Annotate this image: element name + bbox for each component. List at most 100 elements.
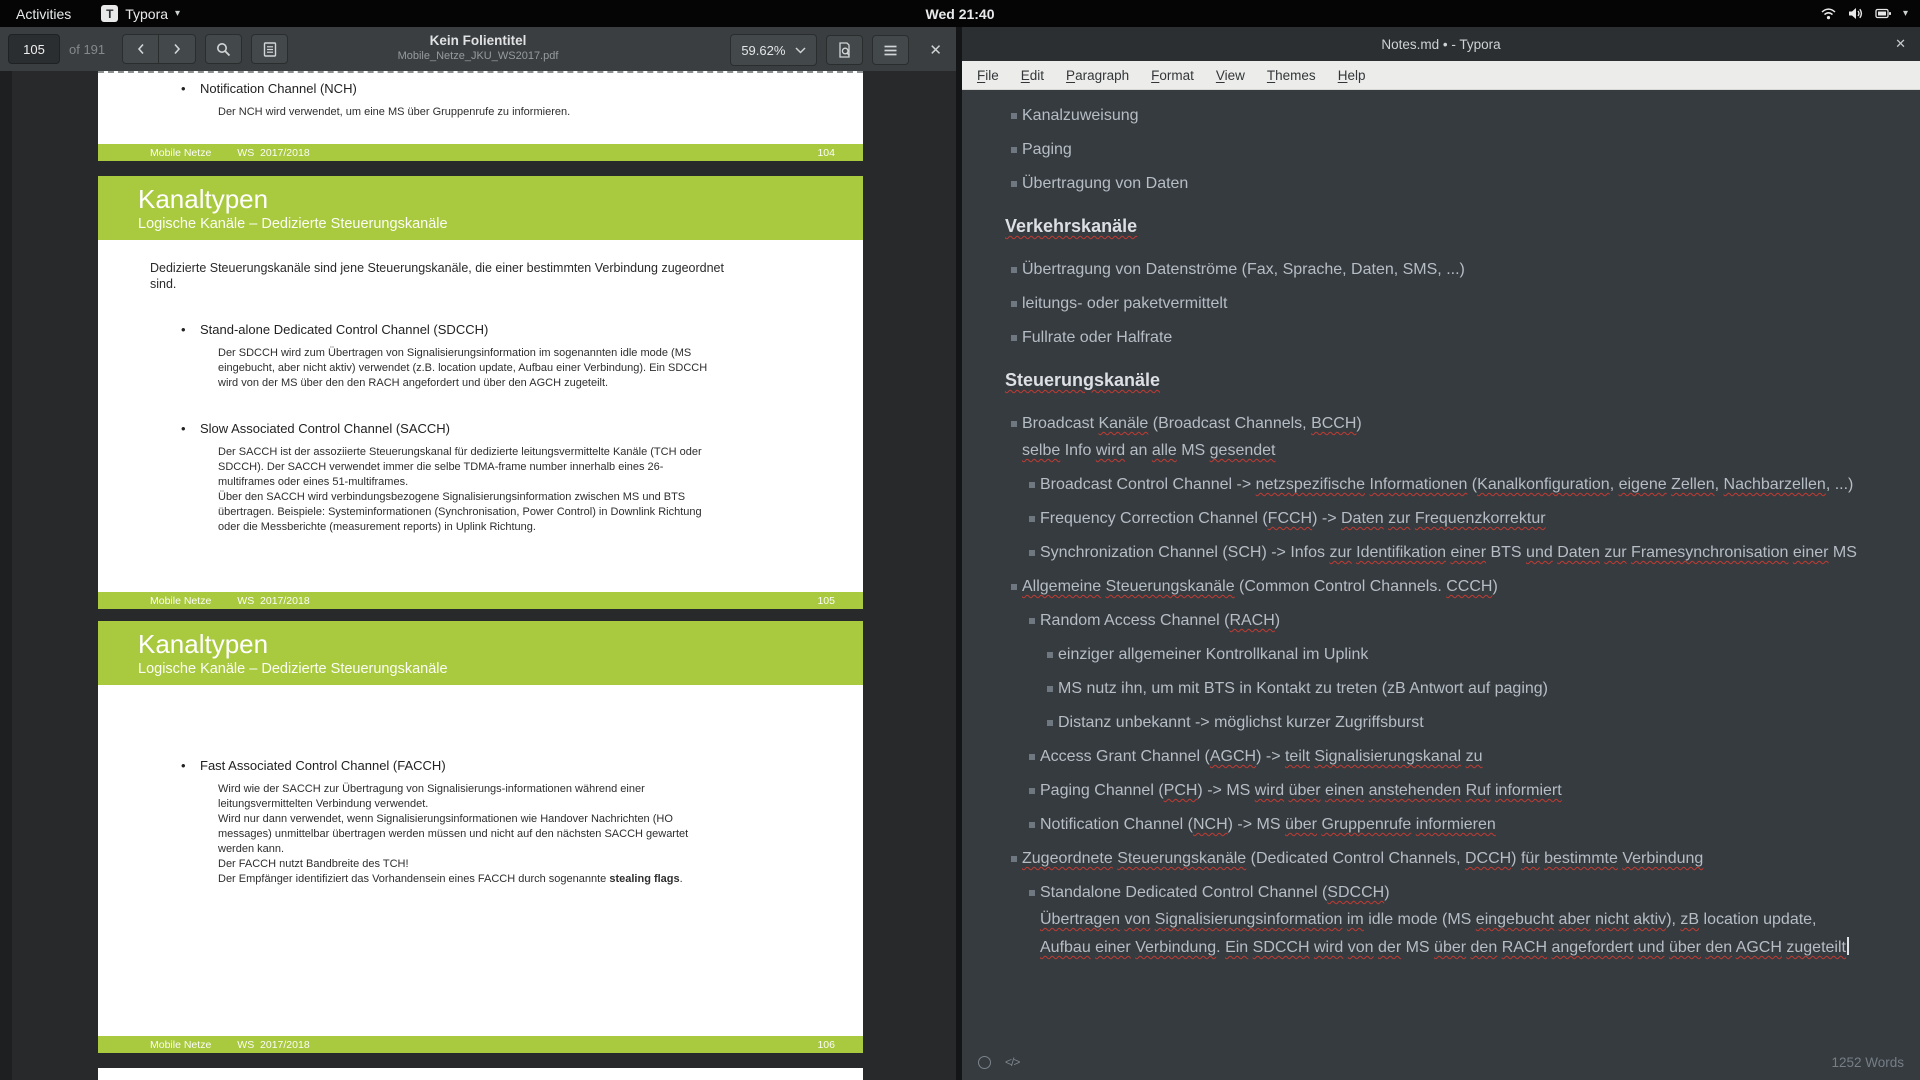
window-close-button[interactable]: ✕ <box>1895 27 1906 61</box>
activities-button[interactable]: Activities <box>0 0 87 27</box>
typora-text-line[interactable]: Allgemeine Steuerungskanäle (Common Cont… <box>1022 577 1902 597</box>
annotations-button[interactable] <box>826 35 863 65</box>
menu-item-paragraph[interactable]: Paragraph <box>1055 68 1140 83</box>
typora-text-line[interactable]: Zugeordnete Steuerungskanäle (Dedicated … <box>1022 849 1902 869</box>
typora-list-item[interactable]: MS nutz ihn, um mit BTS in Kontakt zu tr… <box>962 679 1902 699</box>
page-number-input[interactable] <box>8 34 60 64</box>
list-item-text: Broadcast Control Channel -> netzspezifi… <box>1040 475 1902 495</box>
pdf-page-104: Notification Channel (NCH)Der NCH wird v… <box>98 71 863 161</box>
typora-list-item[interactable]: Random Access Channel (RACH) <box>962 611 1902 631</box>
list-bullet-icon <box>1011 301 1017 307</box>
typora-list-item[interactable]: Broadcast Kanäle (Broadcast Channels, BC… <box>962 414 1902 461</box>
typora-text-line[interactable]: Broadcast Control Channel -> netzspezifi… <box>1040 475 1902 495</box>
list-bullet-icon <box>1029 788 1035 794</box>
typora-list-item[interactable]: Standalone Dedicated Control Channel (SD… <box>962 883 1902 958</box>
typora-text-line[interactable]: Paging <box>1022 140 1902 160</box>
list-bullet-icon <box>1029 482 1035 488</box>
list-bullet-icon <box>1029 754 1035 760</box>
window-close-button[interactable]: ✕ <box>923 41 948 59</box>
chevron-down-icon <box>795 47 806 54</box>
typora-heading[interactable]: Verkehrskanäle <box>1005 214 1902 238</box>
chevron-down-icon: ▾ <box>1903 8 1908 19</box>
typora-list-item[interactable]: Allgemeine Steuerungskanäle (Common Cont… <box>962 577 1902 597</box>
list-item-text: Fullrate oder Halfrate <box>1022 328 1902 348</box>
typora-text-line[interactable]: leitungs- oder paketvermittelt <box>1022 294 1902 314</box>
typora-text-line[interactable]: Broadcast Kanäle (Broadcast Channels, BC… <box>1022 414 1902 434</box>
list-item-text: Übertragung von Datenströme (Fax, Sprach… <box>1022 260 1902 280</box>
typora-text-line[interactable]: Notification Channel (NCH) -> MS über Gr… <box>1040 815 1902 835</box>
typora-list-item[interactable]: Frequency Correction Channel (FCCH) -> D… <box>962 509 1902 529</box>
menu-button[interactable] <box>872 35 909 65</box>
typora-list-item[interactable]: Fullrate oder Halfrate <box>962 328 1902 348</box>
typora-list-item[interactable]: Distanz unbekannt -> möglichst kurzer Zu… <box>962 713 1902 733</box>
page-magnifier-icon <box>837 42 852 58</box>
pdf-document-area[interactable]: Notification Channel (NCH)Der NCH wird v… <box>0 71 956 1080</box>
typora-list-item[interactable]: Access Grant Channel (AGCH) -> teilt Sig… <box>962 747 1902 767</box>
list-item-text: Paging <box>1022 140 1902 160</box>
document-title: Kein Folientitel <box>250 32 706 49</box>
typora-text-line[interactable]: Übertragung von Daten <box>1022 174 1902 194</box>
list-bullet-icon <box>1011 421 1017 427</box>
list-bullet-icon <box>1029 618 1035 624</box>
typora-list-item[interactable]: Kanalzuweisung <box>962 106 1902 126</box>
typora-text-line[interactable]: MS nutz ihn, um mit BTS in Kontakt zu tr… <box>1058 679 1902 699</box>
typora-text-line[interactable]: Aufbau einer Verbindung. Ein SDCCH wird … <box>1040 937 1902 958</box>
typora-list-item[interactable]: Paging Channel (PCH) -> MS wird über ein… <box>962 781 1902 801</box>
zoom-dropdown[interactable]: 59.62% <box>730 34 817 66</box>
typora-list-item[interactable]: Synchronization Channel (SCH) -> Infos z… <box>962 543 1902 563</box>
slide-page-number: 105 <box>817 595 835 607</box>
sidebar-toggle-button[interactable] <box>251 34 288 64</box>
typora-list-item[interactable]: leitungs- oder paketvermittelt <box>962 294 1902 314</box>
typora-text-line[interactable]: Paging Channel (PCH) -> MS wird über ein… <box>1040 781 1902 801</box>
clock[interactable]: Wed 21:40 <box>0 6 1920 22</box>
typora-list-item[interactable]: Zugeordnete Steuerungskanäle (Dedicated … <box>962 849 1902 869</box>
menu-item-themes[interactable]: Themes <box>1256 68 1327 83</box>
typora-text-line[interactable]: Kanalzuweisung <box>1022 106 1902 126</box>
typora-text-line[interactable]: Access Grant Channel (AGCH) -> teilt Sig… <box>1040 747 1902 767</box>
previous-page-button[interactable] <box>122 34 159 64</box>
source-code-mode-icon[interactable]: </> <box>1005 1055 1019 1069</box>
list-bullet-icon <box>1029 822 1035 828</box>
typora-list-item[interactable]: Broadcast Control Channel -> netzspezifi… <box>962 475 1902 495</box>
typora-list-item[interactable]: Übertragung von Daten <box>962 174 1902 194</box>
typora-list-item[interactable]: einziger allgemeiner Kontrollkanal im Up… <box>962 645 1902 665</box>
typora-text-line[interactable]: Synchronization Channel (SCH) -> Infos z… <box>1040 543 1902 563</box>
menu-item-help[interactable]: Help <box>1327 68 1377 83</box>
typora-text-line[interactable]: Random Access Channel (RACH) <box>1040 611 1902 631</box>
menu-item-view[interactable]: View <box>1205 68 1256 83</box>
next-page-button[interactable] <box>159 34 196 64</box>
system-tray[interactable]: ▾ <box>1820 7 1920 20</box>
slide-footer: Mobile NetzeWS 2017/2018104 <box>98 144 863 161</box>
slide-block-sub: Der Empfänger identifiziert das Vorhande… <box>218 872 713 887</box>
typora-list-item[interactable]: Paging <box>962 140 1902 160</box>
slide-block-sub: Wird wie der SACCH zur Übertragung von S… <box>218 782 713 812</box>
typora-text-line[interactable]: Standalone Dedicated Control Channel (SD… <box>1040 883 1902 903</box>
list-bullet-icon <box>1047 686 1053 692</box>
typora-text-line[interactable]: Übertragen von Signalisierungsinformatio… <box>1040 910 1902 930</box>
typora-text-line[interactable]: Frequency Correction Channel (FCCH) -> D… <box>1040 509 1902 529</box>
typora-text-line[interactable]: selbe Info wird an alle MS gesendet <box>1022 441 1902 461</box>
typora-heading[interactable]: Steuerungskanäle <box>1005 368 1902 392</box>
search-button[interactable] <box>205 34 242 64</box>
app-menu[interactable]: T Typora ▾ <box>101 5 180 22</box>
menu-item-file[interactable]: File <box>966 68 1010 83</box>
typora-text-line[interactable]: Fullrate oder Halfrate <box>1022 328 1902 348</box>
menu-item-edit[interactable]: Edit <box>1010 68 1055 83</box>
footer-course: Mobile Netze <box>150 147 211 159</box>
list-bullet-icon <box>1011 584 1017 590</box>
typora-text-line[interactable]: Übertragung von Datenströme (Fax, Sprach… <box>1022 260 1902 280</box>
slide-block-sub: Der FACCH nutzt Bandbreite des TCH! <box>218 857 713 872</box>
slide-page-number: 104 <box>817 147 835 159</box>
typora-editor[interactable]: Kanalzuweisung Paging Übertragung von Date… <box>962 90 1920 1044</box>
outline-toggle-icon[interactable] <box>978 1056 991 1069</box>
typora-list-item[interactable]: Notification Channel (NCH) -> MS über Gr… <box>962 815 1902 835</box>
list-item-text: Distanz unbekannt -> möglichst kurzer Zu… <box>1058 713 1902 733</box>
typora-list-item[interactable]: Übertragung von Datenströme (Fax, Sprach… <box>962 260 1902 280</box>
typora-text-line[interactable]: Distanz unbekannt -> möglichst kurzer Zu… <box>1058 713 1902 733</box>
gnome-top-bar: Activities T Typora ▾ Wed 21:40 <box>0 0 1920 27</box>
menu-item-format[interactable]: Format <box>1140 68 1205 83</box>
typora-text-line[interactable]: einziger allgemeiner Kontrollkanal im Up… <box>1058 645 1902 665</box>
list-item-text: Paging Channel (PCH) -> MS wird über ein… <box>1040 781 1902 801</box>
list-item-text: MS nutz ihn, um mit BTS in Kontakt zu tr… <box>1058 679 1902 699</box>
pdf-toolbar: of 191 <box>0 27 956 72</box>
